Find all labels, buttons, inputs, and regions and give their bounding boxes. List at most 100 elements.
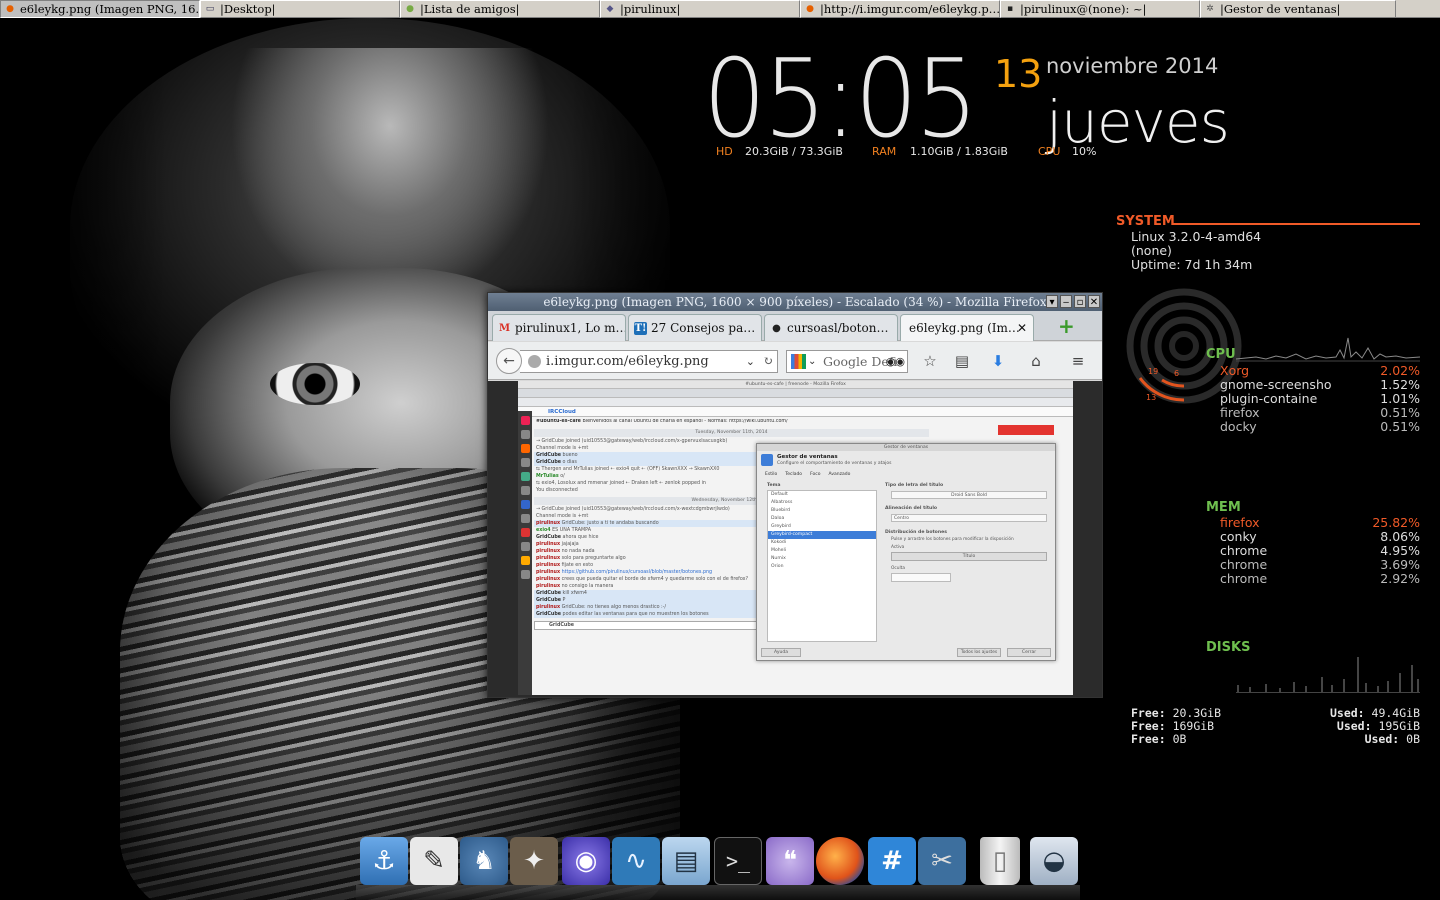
scaled-screenshot-image[interactable]: #ubuntu-es-cafe | freenode - Mozilla Fir… [518,381,1073,695]
mem-proc-row: conky 8.06% [1220,529,1420,544]
firefox-icon: ● [806,4,814,14]
ring-value-2: 6 [1174,369,1179,378]
github-icon: ● [772,323,781,334]
url-text: i.imgur.com/e6leykg.png [546,354,709,369]
binoculars-icon[interactable]: ◉◉ [886,351,905,372]
docky-dock: ⚓ ✎ ♞ ✦ ◉ ∿ ▤ >_ ❝ # ✂ ▯ ◒ [356,837,1080,900]
cpu-proc-row: plugin-containe 1.01% [1220,391,1420,406]
postgresql-icon[interactable]: ♞ [460,837,508,885]
reload-icon[interactable]: ↻ [763,351,773,372]
disk-used-row: Used: 0B [1364,732,1420,746]
bookmark-star-icon[interactable]: ☆ [920,351,940,371]
window-menu-icon[interactable]: ▾ [1046,295,1058,308]
firefox-window: e6leykg.png (Imagen PNG, 1600 × 900 píxe… [487,292,1103,698]
close-icon[interactable]: ✕ [1088,295,1100,308]
gimp-icon[interactable]: ✦ [510,837,558,885]
inner-sidebar [518,411,532,695]
clock-time: 05:05 [703,37,978,162]
task-buddy-list[interactable]: ● |Lista de amigos| [400,0,600,18]
maximize-icon[interactable]: ▫ [1074,295,1086,308]
cpu-usage-graph [1236,337,1420,362]
tab-close-icon[interactable]: ✕ [1017,315,1027,341]
clock-month-year: noviembre 2014 [1046,54,1219,78]
ram-label: RAM [872,145,897,158]
tab-imgur-image[interactable]: e6leykg.png (Im… ✕ [900,314,1034,341]
navigation-toolbar: i.imgur.com/e6leykg.png ⌄ ↻ ← ⌄ Google D… [488,342,1102,380]
task-terminal[interactable]: ▪ |pirulinux@(none): ~| [1000,0,1200,18]
task-imgur-url[interactable]: ● |http://i.imgur.com/e6leykg.p… [800,0,1000,18]
pidgin-icon: ● [406,4,414,14]
url-bar[interactable]: i.imgur.com/e6leykg.png ⌄ ↻ [520,350,778,373]
tab-bar: Mpirulinux1, Lo m… T! 27 Consejos pa… ● cu… [488,311,1102,341]
mem-proc-row: chrome 4.95% [1220,543,1420,558]
inner-date-divider: Tuesday, November 11th, 2014 [534,429,929,437]
cpu-label: CPU [1038,145,1061,158]
pidgin-icon[interactable]: ◉ [562,837,610,885]
cpu-value: 10% [1072,145,1097,158]
tab-trello[interactable]: T! 27 Consejos pa… [628,314,762,341]
disk-used-row: Used: 49.4GiB [1329,706,1420,720]
cpu-proc-row: gnome-screensho 1.52% [1220,377,1420,392]
image-viewport: #ubuntu-es-cafe | freenode - Mozilla Fir… [488,381,1102,697]
window-titlebar[interactable]: e6leykg.png (Imagen PNG, 1600 × 900 píxe… [488,293,1102,311]
new-tab-icon[interactable]: + [1058,316,1076,336]
task-desktop[interactable]: ▭ |Desktop| [200,0,400,18]
terminal-icon: ▪ [1006,4,1014,14]
gmail-icon: M [498,323,511,334]
globe-icon [528,355,541,368]
chat-bubble-icon[interactable]: ❝ [766,837,814,885]
history-dropdown-icon[interactable]: ⌄ [746,351,755,372]
disk-free-row: Free: 20.3GiB [1131,706,1222,720]
lock-icon[interactable]: ◒ [1030,837,1078,885]
trash-icon[interactable]: ▯ [980,837,1020,885]
hashtag-icon[interactable]: # [868,837,916,885]
mem-proc-row: chrome 3.69% [1220,557,1420,572]
firefox-icon: ● [6,4,14,14]
chat-icon: ◆ [606,4,614,14]
minimize-icon[interactable]: ‒ [1060,295,1072,308]
tab-github[interactable]: ● cursoasl/boton… [764,314,898,341]
uptime: Uptime: 7d 1h 34m [1131,257,1253,272]
back-button[interactable]: ← [496,348,522,374]
system-monitor-icon[interactable]: ∿ [612,837,660,885]
downloads-icon[interactable]: ⬇ [988,351,1008,371]
ring-value-1: 19 [1148,367,1158,376]
inner-channel-topic: #ubuntu-es-cafe Bienvenidos al canal Ubu… [536,419,788,424]
top-taskbar: ● e6leykg.png (Imagen PNG, 16… ▭ |Desktop|… [0,0,1440,18]
hd-label: HD [716,145,733,158]
trello-icon: T! [634,322,647,335]
clock-day-number: 13 [994,52,1043,96]
text-editor-icon[interactable]: ✎ [410,837,458,885]
inner-app-name: IRCCloud [518,407,1073,417]
system-heading: SYSTEM [1116,214,1175,229]
inner-trial-badge [998,425,1054,435]
settings-icon: ✲ [1206,4,1214,14]
search-bar[interactable]: ⌄ Google Defi ◉◉ [786,350,908,373]
window-title: e6leykg.png (Imagen PNG, 1600 × 900 píxe… [543,295,1047,309]
kernel-version: Linux 3.2.0-4-amd64 [1131,229,1262,244]
disks-heading: DISKS [1206,640,1251,655]
ring-value-3: 13 [1146,393,1156,402]
hd-value: 20.3GiB / 73.3GiB [745,145,843,158]
task-window-manager[interactable]: ✲ |Gestor de ventanas| [1200,0,1396,18]
mem-proc-row: firefox 25.82% [1220,515,1420,530]
google-icon [791,354,806,369]
tab-gmail[interactable]: Mpirulinux1, Lo m… [492,314,626,341]
task-pirulinux-chat[interactable]: ◆ |pirulinux| [600,0,800,18]
bookmarks-list-icon[interactable]: ▤ [952,351,972,371]
firefox-icon[interactable] [816,837,864,885]
anchor-icon[interactable]: ⚓ [360,837,408,885]
inner-window-manager-dialog: Gestor de ventanas Gestor de ventanas Co… [756,443,1056,661]
menu-icon[interactable]: ≡ [1068,351,1088,371]
mem-proc-row: chrome 2.92% [1220,571,1420,586]
search-dropdown-icon[interactable]: ⌄ [808,351,816,372]
settings-tools-icon[interactable]: ✂ [918,837,966,885]
terminal-icon[interactable]: >_ [714,837,762,885]
disk-used-row: Used: 195GiB [1336,719,1420,733]
task-firefox-image[interactable]: ● e6leykg.png (Imagen PNG, 16… [0,0,200,18]
file-cabinet-icon[interactable]: ▤ [662,837,710,885]
cpu-proc-row: Xorg 2.02% [1220,363,1420,378]
inner-dialog-icon [761,454,773,466]
disk-io-graph [1236,657,1420,693]
home-icon[interactable]: ⌂ [1026,351,1046,371]
